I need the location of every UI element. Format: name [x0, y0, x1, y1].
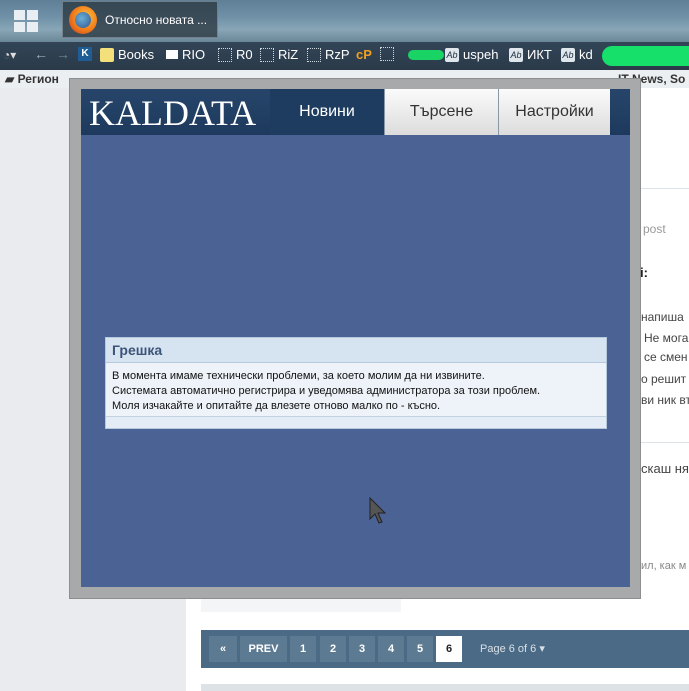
peek-text: i:: [640, 265, 648, 280]
bookmark-label: kd: [579, 47, 593, 62]
bookmark-hidden[interactable]: [380, 47, 394, 61]
mouse-cursor-icon: [369, 497, 387, 524]
history-icon[interactable]: ◔▾: [3, 48, 16, 62]
second-row-left-label: Регион: [17, 72, 59, 86]
ab-icon: Ab: [509, 47, 523, 62]
firefox-icon: [69, 6, 97, 34]
kaldata-icon: K: [78, 47, 92, 61]
note-icon: [166, 50, 178, 59]
error-message-line: Системата автоматично регистрира и уведо…: [112, 385, 541, 397]
page-5-button[interactable]: 5: [407, 636, 433, 662]
peek-text: напиша: [641, 310, 684, 324]
bookmark-label: RIO: [182, 47, 206, 62]
kaldata-page: KALDATA Новини Търсене Настройки Грешка …: [81, 89, 630, 587]
bookmark-books[interactable]: Books: [100, 47, 154, 62]
taskbar: Относно новата ...: [0, 0, 689, 42]
peek-text: post: [643, 222, 666, 236]
bookmark-riz[interactable]: RiZ: [260, 47, 298, 62]
peek-text: ви ник вт: [641, 393, 689, 407]
firefox-taskbar-button[interactable]: Относно новата ...: [62, 1, 218, 38]
page-3-button[interactable]: 3: [349, 636, 375, 662]
tab-news[interactable]: Новини: [270, 89, 384, 135]
bookmark-uspeh[interactable]: Ab uspeh: [445, 47, 498, 62]
peek-text: ил, как м: [641, 560, 687, 572]
window-title: Относно новата ...: [105, 13, 208, 27]
second-row-left[interactable]: ▰ Регион: [5, 72, 59, 86]
bookmark-ikt[interactable]: Ab ИКТ: [509, 47, 552, 62]
bookmark-rio[interactable]: RIO: [166, 47, 205, 62]
bookmark-kaldata[interactable]: K: [78, 47, 92, 61]
bookmark-kd[interactable]: Ab kd: [561, 47, 593, 62]
bookmark-label: RiZ: [278, 47, 299, 62]
bookmark-label: Books: [118, 47, 155, 62]
bookmark-label: R0: [236, 47, 253, 62]
error-message-line: В момента имаме технически проблеми, за …: [112, 370, 485, 382]
ab-icon: Ab: [561, 47, 575, 62]
redaction-blob: [408, 50, 444, 60]
windows-start-icon[interactable]: [14, 10, 38, 32]
bookmark-label: uspeh: [463, 47, 499, 62]
popup-window: KALDATA Новини Търсене Настройки Грешка …: [69, 78, 641, 599]
peek-text: Не мога: [644, 331, 689, 345]
error-box: Грешка В момента имаме технически пробле…: [105, 337, 607, 429]
error-box-footer: [106, 416, 606, 428]
forward-arrow-icon[interactable]: →: [56, 46, 70, 62]
error-title: Грешка: [106, 338, 606, 363]
redaction-blob: [602, 46, 689, 66]
bookmarks-toolbar: ◔▾ ← → K Books RIO R0 RiZ RzP cP Ab uspeh…: [0, 42, 689, 70]
peek-text: се смен: [644, 350, 688, 364]
pagination: « PREV 1 2 3 4 5 6 Page 6 of 6 ▾: [201, 630, 689, 668]
error-message-line: Моля изчакайте и опитайте да влезете отн…: [112, 400, 441, 412]
folder-icon: [100, 47, 114, 62]
bookmark-label: RzP: [325, 47, 350, 62]
back-arrow-icon[interactable]: ←: [34, 46, 48, 62]
tab-settings[interactable]: Настройки: [498, 89, 610, 135]
prev-page-button[interactable]: PREV: [240, 636, 287, 662]
page-bottom-strip: [201, 684, 689, 691]
dotted-page-icon: [218, 47, 232, 62]
page-1-button[interactable]: 1: [290, 636, 316, 662]
post-footer: [201, 598, 401, 612]
dotted-page-icon: [380, 47, 394, 61]
bookmark-r0[interactable]: R0: [218, 47, 253, 62]
bookmark-rzp[interactable]: RzP: [307, 47, 350, 62]
dotted-page-icon: [307, 47, 321, 62]
dotted-page-icon: [260, 47, 274, 62]
peek-text: о решит: [641, 372, 687, 386]
bookmark-cp[interactable]: cP: [356, 47, 372, 62]
divider: [641, 442, 689, 443]
first-page-button[interactable]: «: [209, 636, 237, 662]
peek-text: скаш ня: [641, 461, 689, 476]
site-logo[interactable]: KALDATA: [89, 93, 256, 133]
site-header: KALDATA Новини Търсене Настройки: [81, 89, 630, 135]
page-6-button[interactable]: 6: [436, 636, 462, 662]
divider: [641, 188, 689, 189]
bookmark-label: cP: [356, 47, 372, 62]
page-4-button[interactable]: 4: [378, 636, 404, 662]
page-info-dropdown[interactable]: Page 6 of 6 ▾: [480, 642, 545, 655]
ab-icon: Ab: [445, 47, 459, 62]
bookmark-label: ИКТ: [527, 47, 552, 62]
tab-search[interactable]: Търсене: [384, 89, 498, 135]
page-2-button[interactable]: 2: [320, 636, 346, 662]
